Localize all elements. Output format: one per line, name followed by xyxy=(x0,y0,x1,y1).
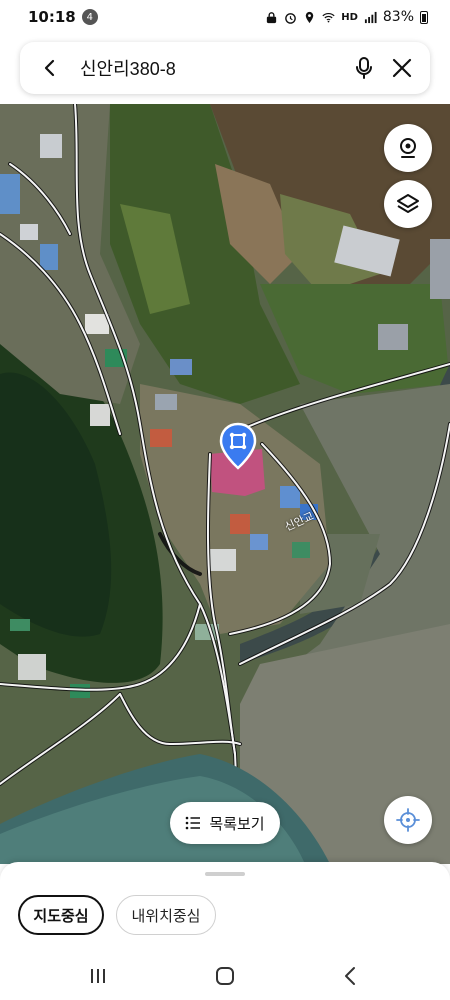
mic-icon xyxy=(356,57,372,79)
sheet-grabber[interactable] xyxy=(205,872,245,876)
bottom-sheet: 지도중심 내위치중심 xyxy=(0,862,450,952)
back-nav-button[interactable] xyxy=(330,962,370,990)
street-view-button[interactable] xyxy=(384,124,432,172)
status-bar: 10:18 4 HD 83% xyxy=(0,0,450,34)
list-view-label: 목록보기 xyxy=(209,815,265,833)
layers-button[interactable] xyxy=(384,180,432,228)
location-marker[interactable] xyxy=(219,422,257,472)
voice-search-button[interactable] xyxy=(348,52,380,84)
back-icon xyxy=(345,967,355,985)
location-icon xyxy=(305,11,314,23)
recent-apps-button[interactable] xyxy=(78,962,118,990)
battery-level: 83% xyxy=(382,9,414,25)
locate-button[interactable] xyxy=(384,796,432,844)
list-icon xyxy=(186,816,201,830)
clear-button[interactable] xyxy=(386,52,418,84)
home-icon xyxy=(216,967,234,985)
search-input[interactable]: 신안리380-8 xyxy=(80,55,348,81)
recent-apps-icon xyxy=(91,969,105,983)
satellite-map[interactable]: 신안교 xyxy=(0,104,450,864)
lock-icon xyxy=(267,11,277,23)
notification-count-badge: 4 xyxy=(81,9,98,25)
status-time: 10:18 xyxy=(28,8,76,26)
search-bar: 신안리380-8 xyxy=(20,42,430,94)
battery-icon xyxy=(420,10,428,24)
layers-icon xyxy=(397,194,419,213)
map-imagery xyxy=(0,104,450,864)
map-pin-icon xyxy=(219,422,257,470)
chevron-left-icon xyxy=(44,59,55,77)
signal-icon xyxy=(364,11,377,23)
alarm-icon xyxy=(285,12,297,24)
close-icon xyxy=(392,58,412,78)
system-nav-bar xyxy=(0,952,450,1000)
street-view-icon xyxy=(400,138,416,158)
map-center-chip[interactable]: 지도중심 xyxy=(18,895,104,935)
wifi-icon xyxy=(322,12,335,22)
back-button[interactable] xyxy=(34,52,66,84)
status-icons: HD 83% xyxy=(265,9,428,25)
home-button[interactable] xyxy=(205,962,245,990)
list-view-button[interactable]: 목록보기 xyxy=(170,802,280,844)
my-location-center-chip[interactable]: 내위치중심 xyxy=(116,895,216,935)
locate-icon xyxy=(396,808,420,832)
network-type: HD xyxy=(341,11,358,23)
